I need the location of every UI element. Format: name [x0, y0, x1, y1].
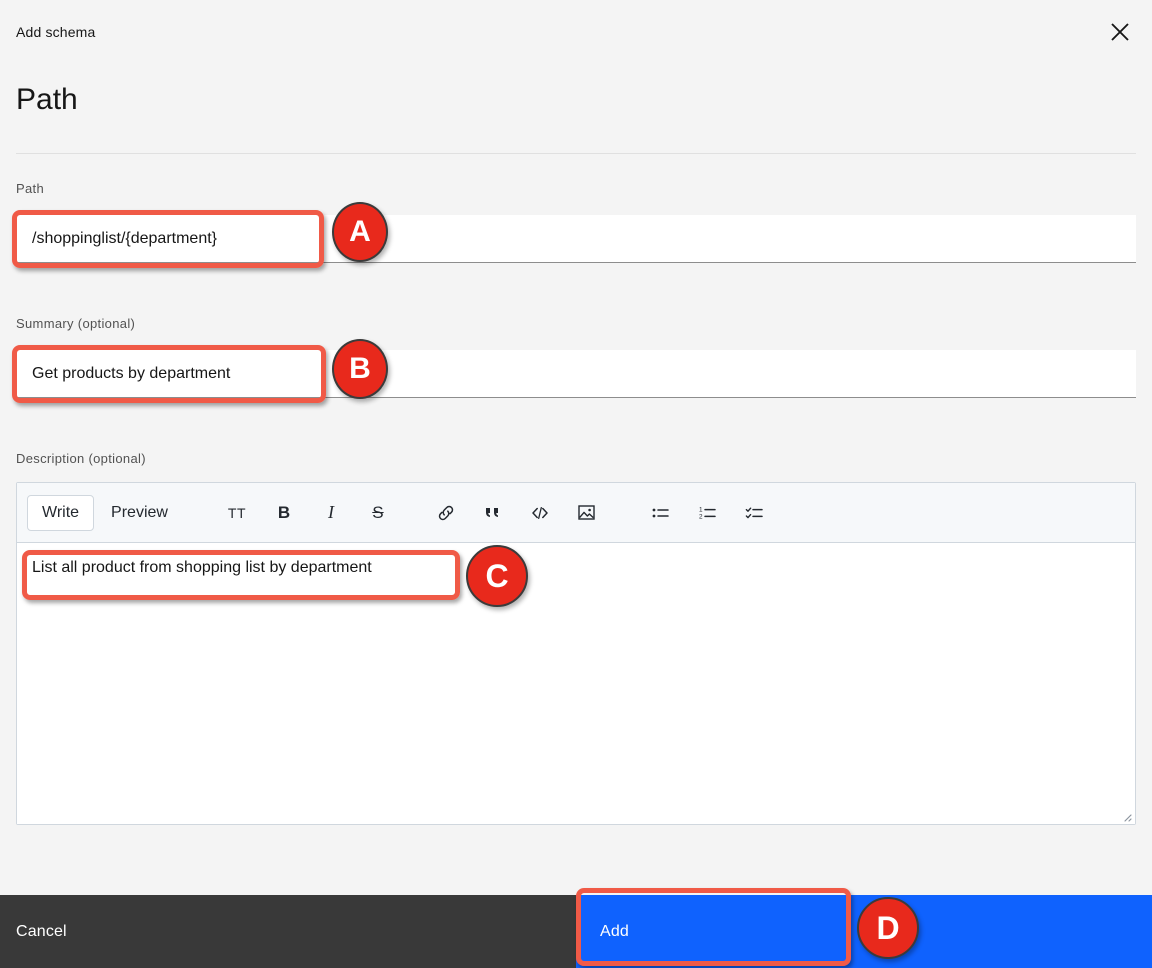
editor-toolbar: Write Preview TT B I S: [17, 483, 1135, 543]
path-input[interactable]: [16, 215, 1136, 263]
quote-icon[interactable]: [481, 501, 505, 525]
tab-write[interactable]: Write: [27, 495, 94, 531]
modal-label: Add schema: [16, 24, 95, 40]
summary-label: Summary (optional): [16, 316, 135, 331]
italic-icon[interactable]: I: [319, 501, 343, 525]
description-value: List all product from shopping list by d…: [32, 559, 372, 577]
description-editor: Write Preview TT B I S: [16, 482, 1136, 825]
svg-text:1: 1: [699, 506, 703, 513]
svg-text:2: 2: [699, 513, 703, 520]
heading-icon[interactable]: TT: [225, 501, 249, 525]
bulleted-list-icon[interactable]: [649, 501, 673, 525]
add-button[interactable]: Add: [576, 895, 1152, 968]
description-textarea[interactable]: List all product from shopping list by d…: [17, 543, 1135, 824]
description-label: Description (optional): [16, 451, 146, 466]
image-icon[interactable]: [575, 501, 599, 525]
add-schema-modal: Add schema Path Path Summary (optional) …: [0, 0, 1152, 968]
insert-tools: [434, 501, 599, 525]
code-icon[interactable]: [528, 501, 552, 525]
summary-input[interactable]: [16, 350, 1136, 398]
text-format-tools: TT B I S: [225, 501, 390, 525]
header-divider: [16, 153, 1136, 154]
link-icon[interactable]: [434, 501, 458, 525]
numbered-list-icon[interactable]: 1 2: [696, 501, 720, 525]
task-list-icon[interactable]: [743, 501, 767, 525]
close-button[interactable]: [1096, 8, 1144, 56]
cancel-button[interactable]: Cancel: [0, 895, 576, 968]
tab-preview[interactable]: Preview: [96, 495, 183, 531]
bold-icon[interactable]: B: [272, 501, 296, 525]
close-icon: [1109, 21, 1131, 43]
path-label: Path: [16, 181, 44, 196]
list-tools: 1 2: [649, 501, 767, 525]
strikethrough-icon[interactable]: S: [366, 501, 390, 525]
resize-handle-icon[interactable]: [1120, 809, 1132, 821]
modal-footer: Cancel Add: [0, 895, 1152, 968]
page-title: Path: [16, 82, 78, 118]
